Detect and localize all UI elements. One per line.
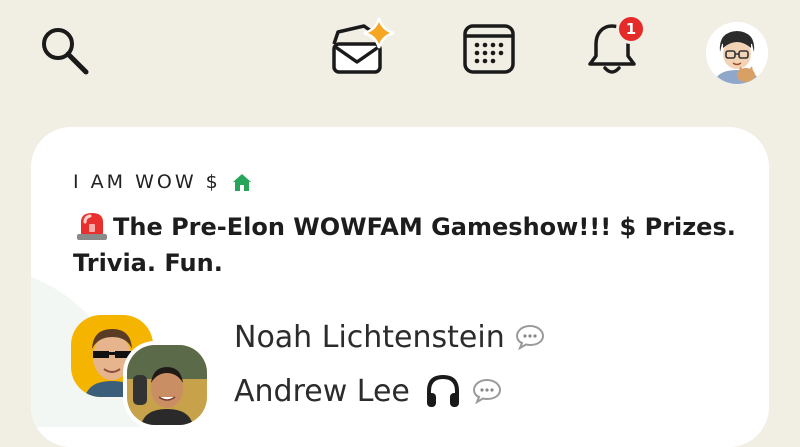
calendar-icon [463,24,515,74]
room-title: The Pre-Elon WOWFAM Gameshow!!! $ Prizes… [73,209,753,281]
speaker-avatar-andrew [123,341,211,429]
club-label[interactable]: I AM WOW $ [73,169,253,195]
police-siren-icon [77,213,107,240]
room-title-text: The Pre-Elon WOWFAM Gameshow!!! $ Prizes… [73,213,736,277]
profile-avatar-button[interactable] [706,22,768,84]
speaker-row[interactable]: Noah Lichtenstein [234,315,545,359]
notification-count-badge: 1 [616,14,646,44]
user-avatar [706,22,768,84]
speaker-name: Noah Lichtenstein [234,319,505,355]
invite-button[interactable] [328,14,402,78]
notifications-button[interactable]: 1 [582,12,654,80]
chat-bubble-icon [472,378,501,404]
chat-bubble-icon [515,324,544,350]
headphones-icon [426,374,459,407]
top-navigation-bar: 1 [0,0,800,100]
club-name: I AM WOW $ [73,171,221,193]
envelope-sparkle-icon [332,17,395,74]
search-button[interactable] [36,22,94,80]
speaker-avatars [71,315,221,429]
calendar-button[interactable] [460,22,518,76]
speaker-name: Andrew Lee [234,373,410,409]
room-card[interactable]: I AM WOW $ The Pre-Elon WOWFAM Gameshow!… [31,127,769,447]
speaker-row[interactable]: Andrew Lee [234,369,502,413]
search-icon [42,28,89,75]
house-icon [232,174,251,191]
